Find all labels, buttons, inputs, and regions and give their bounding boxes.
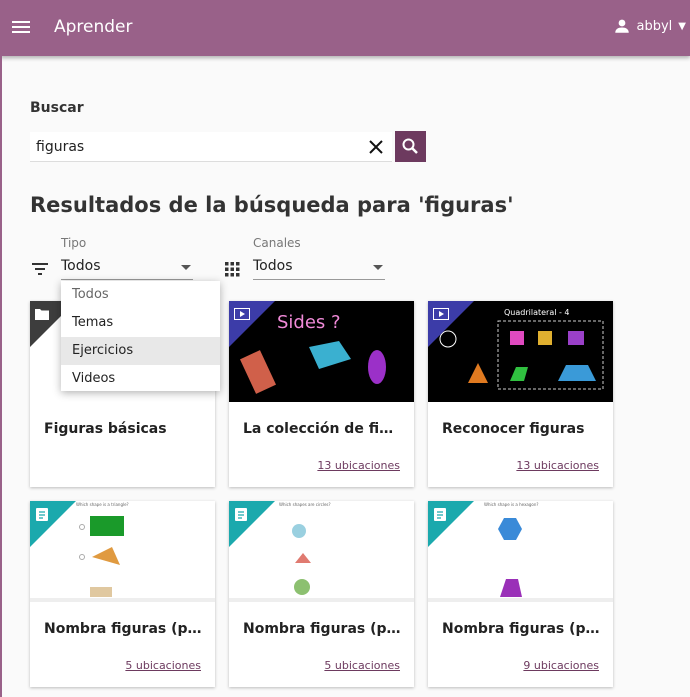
type-filter-menu: Todos Temas Ejercicios Videos <box>61 281 220 391</box>
card-title: Reconocer figuras <box>442 421 585 437</box>
close-icon[interactable] <box>366 136 386 158</box>
thumb-text: Quadrilateral - 4 <box>504 308 570 317</box>
user-menu[interactable]: abbyl ▼ <box>613 17 686 35</box>
locations-link[interactable]: 13 ubicaciones <box>516 459 599 472</box>
card-thumbnail: Which shape is a triangle? <box>30 501 215 602</box>
card-thumbnail: Quadrilateral - 4 <box>428 301 613 402</box>
content-card[interactable]: Quadrilateral - 4 Reconocer figuras 13 u… <box>428 301 613 487</box>
card-title: Nombra figuras (parte 3) <box>442 621 602 637</box>
menu-option-temas[interactable]: Temas <box>61 309 220 337</box>
app-title: Aprender <box>54 17 133 37</box>
content-card[interactable]: Sides ? La colección de figuras 13 ubica… <box>229 301 414 487</box>
exercise-icon <box>36 508 48 521</box>
video-icon <box>433 308 449 320</box>
channels-filter-label: Canales <box>253 236 301 250</box>
thumb-text: Which shape is a hexagon? <box>484 502 539 507</box>
filter-icon <box>32 263 48 275</box>
content-card[interactable]: Which shape is a hexagon? Nombra figuras… <box>428 501 613 687</box>
channels-filter-select[interactable]: Todos <box>253 256 385 280</box>
card-thumbnail: Which shape is a hexagon? <box>428 501 613 602</box>
left-edge <box>0 56 2 697</box>
folder-icon <box>35 309 49 320</box>
type-filter-select[interactable]: Todos <box>61 256 193 280</box>
thumb-text: Sides ? <box>277 312 341 333</box>
menu-option-ejercicios[interactable]: Ejercicios <box>61 337 220 365</box>
thumb-text: Which shape is a triangle? <box>76 502 129 507</box>
exercise-icon <box>434 508 446 521</box>
card-title: Nombra figuras (parte 2) <box>243 621 403 637</box>
card-thumbnail: Which shapes are circles? <box>229 501 414 602</box>
menu-icon[interactable] <box>12 18 32 38</box>
type-filter-underline <box>61 279 193 280</box>
exercise-icon <box>235 508 247 521</box>
content-card[interactable]: Which shapes are circles? Nombra figuras… <box>229 501 414 687</box>
search-input[interactable] <box>36 137 356 157</box>
search-label: Buscar <box>30 100 84 116</box>
locations-link[interactable]: 5 ubicaciones <box>324 659 400 672</box>
thumb-text: Which shapes are circles? <box>279 502 331 507</box>
app-bar: Aprender abbyl ▼ <box>0 0 690 56</box>
locations-link[interactable]: 13 ubicaciones <box>317 459 400 472</box>
channels-filter-underline <box>253 279 385 280</box>
channels-filter-value: Todos <box>253 258 293 274</box>
search-box <box>30 132 392 162</box>
card-thumbnail: Sides ? <box>229 301 414 402</box>
locations-link[interactable]: 9 ubicaciones <box>523 659 599 672</box>
card-title: Nombra figuras (parte 1) <box>44 621 204 637</box>
search-button[interactable] <box>395 131 426 162</box>
username: abbyl <box>636 18 673 34</box>
video-icon <box>234 308 250 320</box>
card-title: Figuras básicas <box>44 421 167 437</box>
type-filter-label: Tipo <box>61 236 87 250</box>
type-filter-value: Todos <box>61 258 101 274</box>
content-card[interactable]: Which shape is a triangle? Nombra figura… <box>30 501 215 687</box>
menu-option-todos[interactable]: Todos <box>61 281 220 309</box>
search-icon <box>402 138 418 154</box>
locations-link[interactable]: 5 ubicaciones <box>125 659 201 672</box>
grid-icon <box>225 262 240 277</box>
menu-option-videos[interactable]: Videos <box>61 365 220 393</box>
person-icon <box>614 19 629 33</box>
chevron-down-icon <box>181 265 191 270</box>
chevron-down-icon <box>373 265 383 270</box>
chevron-down-icon: ▼ <box>678 20 686 32</box>
card-title: La colección de figuras <box>243 421 403 437</box>
results-title: Resultados de la búsqueda para 'figuras' <box>30 193 514 217</box>
